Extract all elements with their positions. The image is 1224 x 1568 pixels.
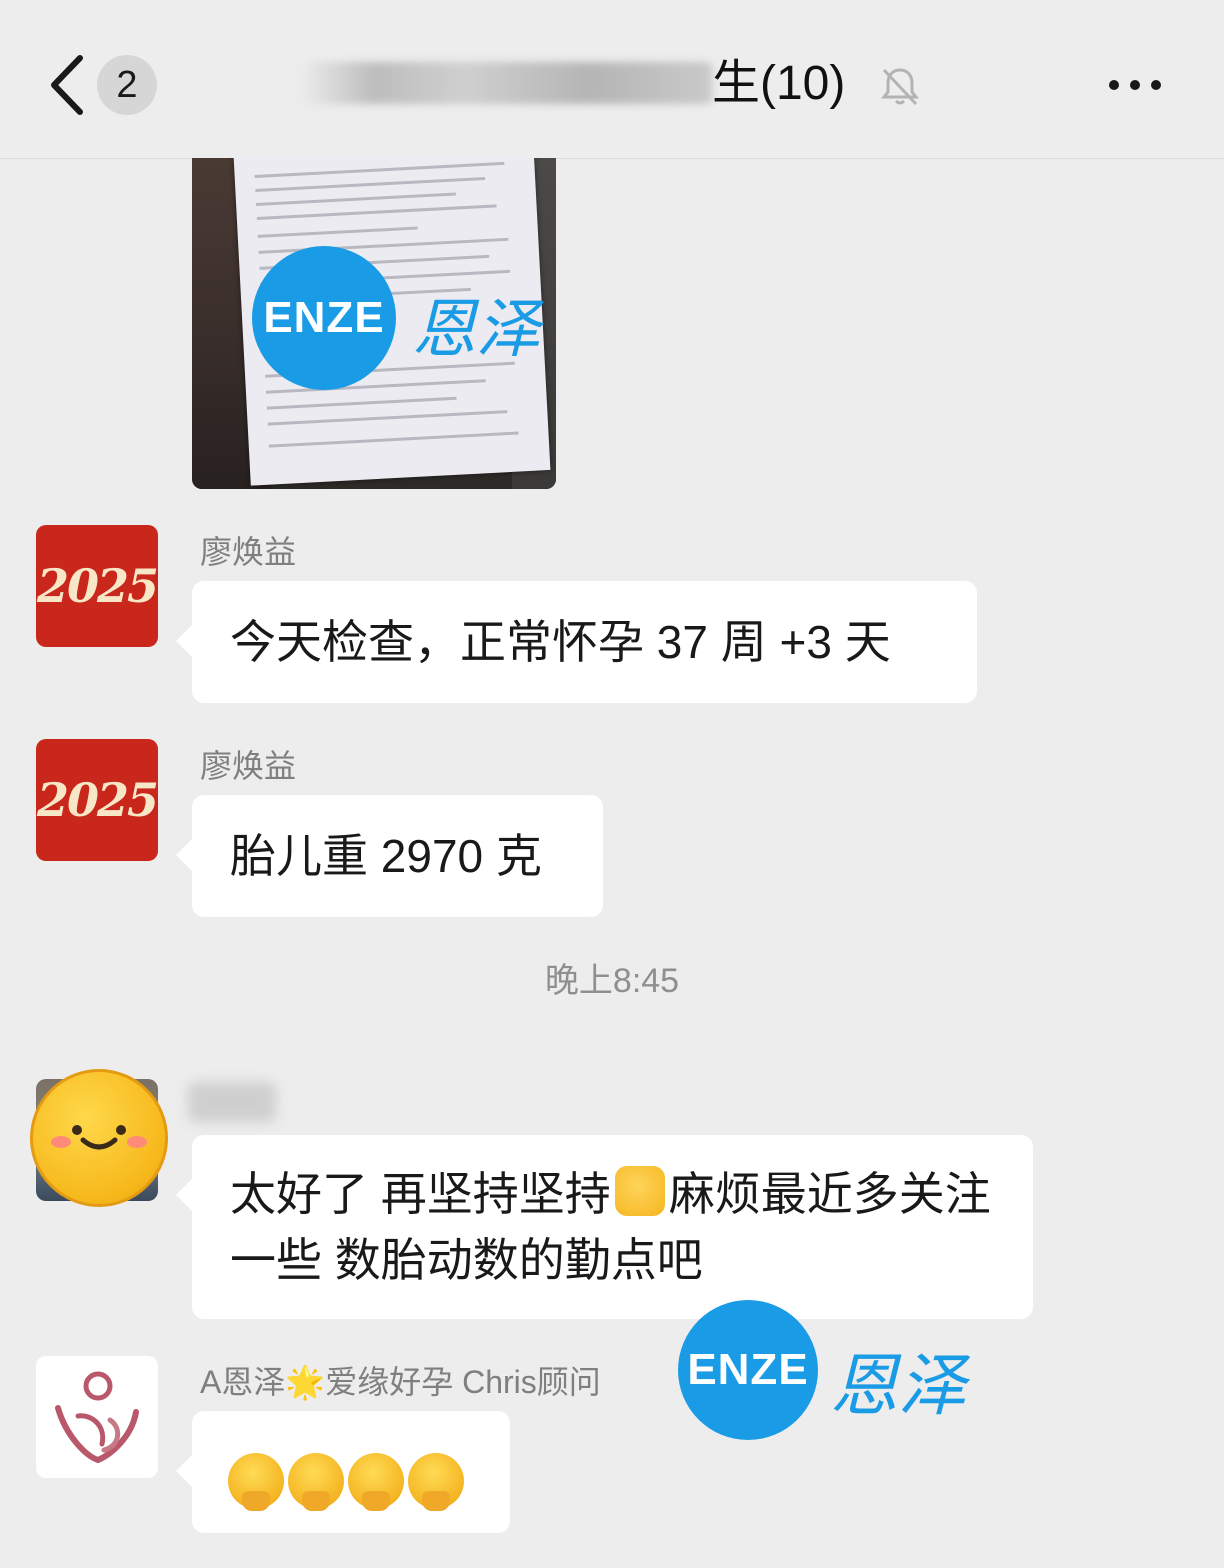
avatar[interactable] <box>36 1356 158 1478</box>
hand-over-mouth-emoji-icon <box>408 1452 464 1511</box>
blurred-sender-name <box>188 1082 276 1122</box>
heart-family-logo-icon <box>55 1371 139 1464</box>
hand-over-mouth-emoji-icon <box>288 1452 344 1511</box>
chat-title: 生(10) <box>712 57 846 110</box>
message-text: 胎儿重 2970 克 <box>230 830 542 882</box>
timestamp: 晚上8:45 <box>544 962 680 1000</box>
chevron-left-icon[interactable] <box>44 52 90 118</box>
fist-emoji-icon <box>614 1166 665 1216</box>
message-text: 太好了 再坚持坚持 <box>230 1168 611 1220</box>
bell-muted-icon <box>880 68 920 106</box>
message-bubble[interactable] <box>176 1411 510 1533</box>
smiley-face-icon <box>30 1069 168 1207</box>
more-dots-icon[interactable] <box>1104 70 1166 100</box>
avatar[interactable]: 2025 <box>36 525 158 647</box>
blurred-title-region <box>300 62 712 104</box>
document-photo-message[interactable]: ENZE 恩泽 <box>192 158 556 489</box>
message-bubble[interactable]: 太好了 再坚持坚持 麻烦最近多关注一些 数胎动数的勤点吧 <box>176 1135 1033 1319</box>
sender-name: A恩泽🌟爱缘好孕 Chris顾问 <box>200 1364 601 1400</box>
sender-name: 廖焕益 <box>200 748 297 784</box>
sender-name: 廖焕益 <box>200 534 297 570</box>
unread-count-badge[interactable]: 2 <box>97 55 157 115</box>
message-bubble[interactable]: 胎儿重 2970 克 <box>176 795 603 917</box>
enze-watermark-text: 恩泽 <box>830 1347 967 1426</box>
enze-watermark-logo: ENZE <box>678 1300 818 1440</box>
avatar[interactable]: 2025 <box>36 739 158 861</box>
message-text: 今天检查，正常怀孕 37 周 +3 天 <box>230 616 891 668</box>
hand-over-mouth-emoji-icon <box>228 1452 284 1511</box>
hand-over-mouth-emoji-icon <box>348 1452 404 1511</box>
chat-header: 2 生(10) <box>0 0 1224 159</box>
message-bubble[interactable]: 今天检查，正常怀孕 37 周 +3 天 <box>176 581 977 703</box>
enze-watermark-text: 恩泽 <box>412 293 540 367</box>
enze-watermark-logo: ENZE <box>252 246 396 390</box>
